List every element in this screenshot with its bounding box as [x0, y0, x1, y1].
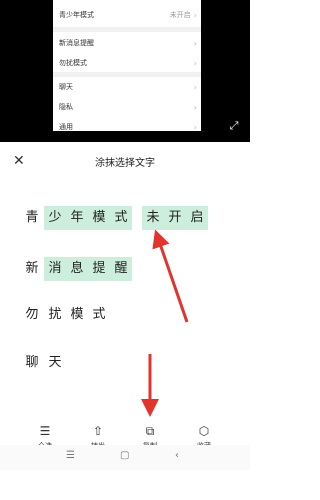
- text-char-selected[interactable]: 式: [110, 206, 132, 230]
- preview-row-general: 通用 ›: [53, 116, 201, 132]
- system-nav-bar: ☰ ▢ ‹: [0, 445, 250, 470]
- text-char-selected[interactable]: 年: [66, 206, 88, 230]
- preview-row-youth-mode: 青少年模式 未开启 ›: [53, 4, 201, 26]
- arrow-to-selection: [152, 229, 189, 323]
- row-value: 未开启: [169, 11, 191, 19]
- row-label: 青少年模式: [59, 11, 94, 19]
- home-icon[interactable]: ▢: [120, 450, 129, 461]
- chevron-right-icon: ›: [193, 122, 197, 132]
- menu-icon[interactable]: ☰: [66, 450, 75, 461]
- settings-preview-card: 青少年模式 未开启 › 新消息提醒 › 勿扰模式 › 聊天 › 隐私 › 通用 ›: [53, 0, 201, 131]
- back-icon[interactable]: ‹: [175, 450, 179, 461]
- sheet-title: 涂抹选择文字: [95, 158, 155, 169]
- text-char[interactable]: 青: [21, 206, 43, 230]
- text-char-selected[interactable]: 醒: [110, 257, 132, 281]
- expand-icon[interactable]: ⤢: [227, 119, 241, 133]
- chevron-right-icon: ›: [193, 58, 197, 68]
- text-char-selected[interactable]: 开: [164, 206, 186, 230]
- row-label: 聊天: [59, 83, 73, 91]
- text-char[interactable]: 模: [66, 303, 88, 327]
- copy-icon: ⧉: [145, 424, 155, 438]
- text-char[interactable]: 天: [44, 351, 66, 375]
- text-char[interactable]: 式: [88, 303, 110, 327]
- preview-row-dnd: 勿扰模式 ›: [53, 52, 201, 74]
- text-char[interactable]: 新: [21, 257, 43, 281]
- chevron-right-icon: ›: [193, 82, 197, 92]
- text-char-selected[interactable]: 息: [66, 257, 88, 281]
- row-label: 勿扰模式: [59, 59, 87, 67]
- row-label: 新消息提醒: [59, 39, 94, 47]
- text-char[interactable]: 扰: [44, 303, 66, 327]
- preview-row-chat: 聊天 ›: [53, 76, 201, 98]
- share-icon: ⇧: [92, 424, 104, 438]
- text-char-selected[interactable]: 模: [88, 206, 110, 230]
- select-all-icon: ☰: [39, 424, 51, 438]
- row-label: 通用: [59, 123, 73, 131]
- chevron-right-icon: ›: [193, 38, 197, 48]
- cube-icon: ⬡: [198, 424, 210, 438]
- preview-row-new-message: 新消息提醒 ›: [53, 32, 201, 54]
- text-char-selected[interactable]: 启: [186, 206, 208, 230]
- text-char[interactable]: 勿: [21, 303, 43, 327]
- chevron-right-icon: ›: [193, 10, 197, 20]
- text-char[interactable]: 聊: [21, 351, 43, 375]
- text-char-selected[interactable]: 提: [88, 257, 110, 281]
- row-label: 隐私: [59, 103, 73, 111]
- preview-row-privacy: 隐私 ›: [53, 96, 201, 118]
- text-char-selected[interactable]: 消: [44, 257, 66, 281]
- text-char-selected[interactable]: 少: [44, 206, 66, 230]
- screenshot-preview: 青少年模式 未开启 › 新消息提醒 › 勿扰模式 › 聊天 › 隐私 › 通用 ›…: [0, 0, 250, 142]
- chevron-right-icon: ›: [193, 102, 197, 112]
- text-char-selected[interactable]: 未: [142, 206, 164, 230]
